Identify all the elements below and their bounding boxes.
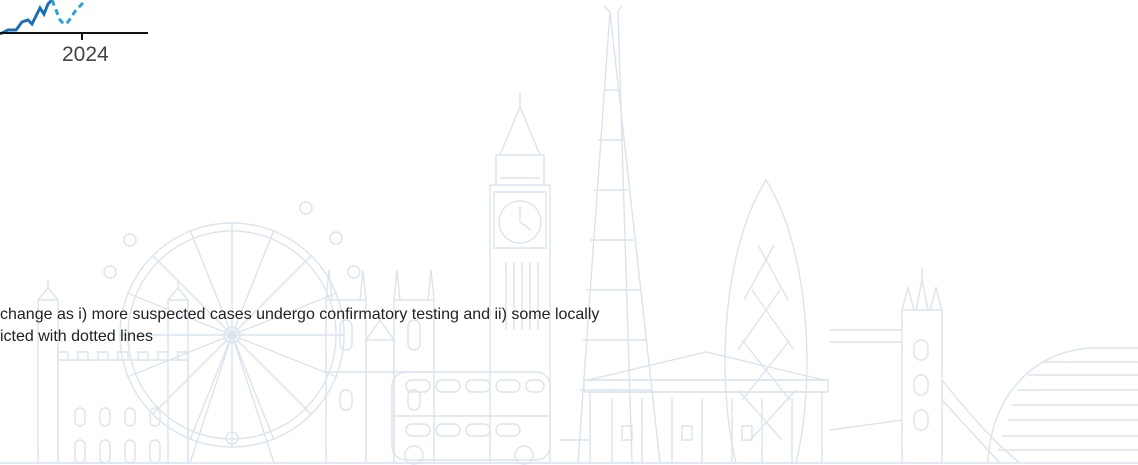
gherkin-drawing bbox=[725, 180, 807, 463]
big-ben-drawing bbox=[490, 92, 550, 463]
national-gallery-drawing bbox=[584, 352, 828, 463]
footnote: change as i) more suspected cases underg… bbox=[0, 304, 599, 348]
london-skyline-illustration bbox=[0, 0, 1138, 465]
westminster-abbey-drawing bbox=[326, 270, 434, 463]
dotted-series-line bbox=[50, 0, 86, 26]
city-hall-drawing bbox=[988, 348, 1138, 463]
solid-series-line bbox=[0, 0, 54, 36]
x-axis-tick-label: 2024 bbox=[62, 43, 109, 66]
footnote-line-1: change as i) more suspected cases underg… bbox=[0, 306, 600, 323]
chart-fragment bbox=[0, 0, 148, 40]
footnote-line-2: icted with dotted lines bbox=[0, 328, 153, 345]
bus-drawing bbox=[392, 372, 590, 464]
